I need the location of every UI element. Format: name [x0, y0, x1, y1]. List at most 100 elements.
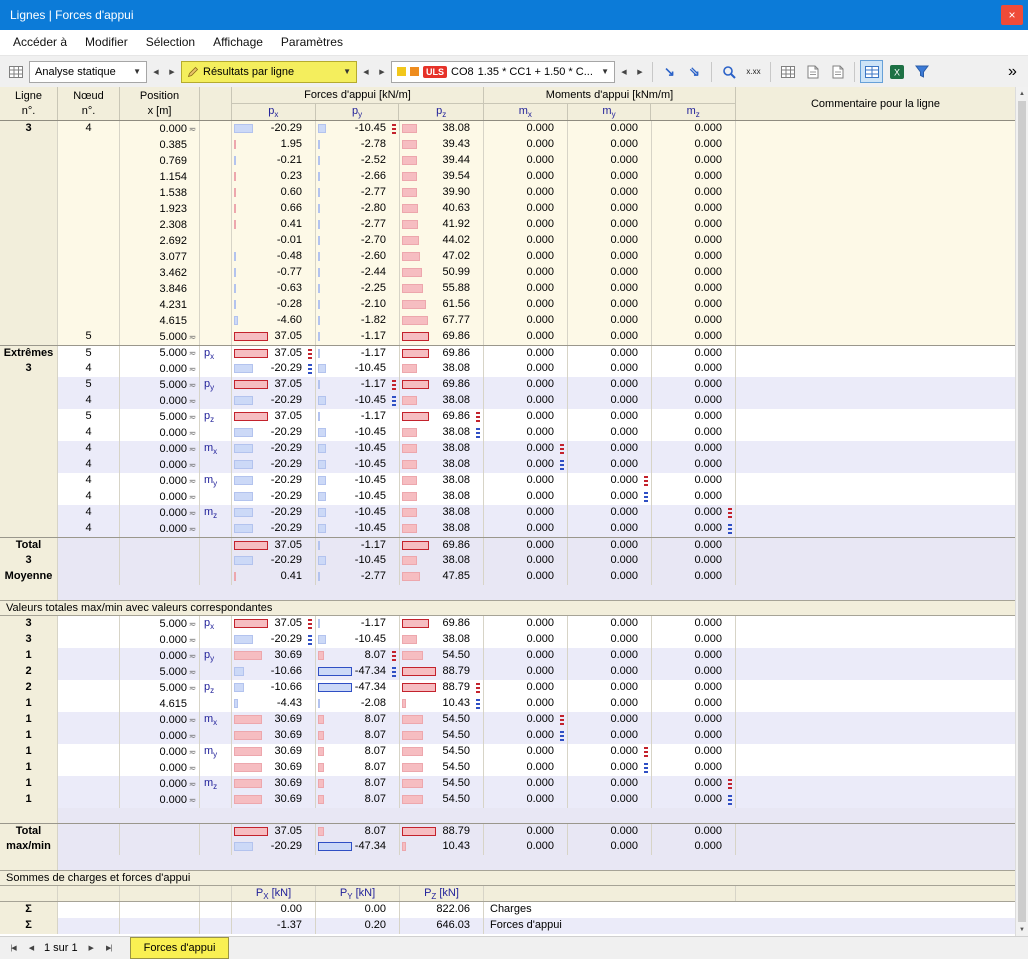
results-next-button[interactable]: ▶ [375, 61, 389, 83]
noeud-cell[interactable]: 4 [58, 473, 120, 489]
position-cell[interactable]: 0.000 ≂ [120, 744, 200, 760]
ligne-cell[interactable] [0, 409, 58, 425]
comment-cell[interactable] [736, 664, 1015, 680]
cell-pz[interactable]: 39.44 [400, 153, 484, 169]
cell-mz[interactable]: 0.000 [652, 153, 736, 169]
ligne-cell[interactable]: Total [0, 538, 58, 553]
cell-mx[interactable]: 0.000 [484, 409, 568, 425]
table-row[interactable]: 3 -20.29 -10.45 38.08 0.000 0.000 0.000 [0, 553, 1015, 569]
table-row[interactable]: 4 0.000 ≂ my -20.29 -10.45 38.08 0.000 0.000 0.00… [0, 473, 1015, 489]
decimal-places-button[interactable]: x.xx [742, 60, 765, 83]
cell-my[interactable]: 0.000 [568, 185, 652, 201]
cell-mz[interactable]: 0.000 [652, 457, 736, 473]
cell-px[interactable]: -0.21 [232, 153, 316, 169]
cell-mx[interactable]: 0.000 [484, 233, 568, 249]
cell-py[interactable]: -2.77 [316, 569, 400, 585]
table-row[interactable]: 2 5.000 ≂ -10.66 -47.34 88.79 0.000 0.000 0.000 [0, 664, 1015, 680]
filter-button[interactable] [910, 60, 933, 83]
table-row[interactable]: 3 5.000 ≂ px 37.05 -1.17 69.86 0.000 0.000 0.000 [0, 616, 1015, 632]
ligne-cell[interactable]: Extrêmes [0, 346, 58, 361]
cell-py[interactable]: -10.45 [316, 393, 400, 409]
comment-cell[interactable] [736, 425, 1015, 441]
cell-my[interactable]: 0.000 [568, 569, 652, 585]
cell-mz[interactable]: 0.000 [652, 441, 736, 457]
cell-my[interactable]: 0.000 [568, 776, 652, 792]
table-row[interactable]: 1.538 0.60 -2.77 39.90 0.000 0.000 0.000 [0, 185, 1015, 201]
cell-py[interactable]: 0.20 [316, 918, 400, 934]
comment-cell[interactable] [736, 489, 1015, 505]
table-row[interactable]: Σ 0.00 0.00 822.06 Charges [0, 902, 1015, 918]
cell-px[interactable]: -10.66 [232, 664, 316, 680]
ligne-cell[interactable] [0, 377, 58, 393]
cell-px[interactable]: 0.60 [232, 185, 316, 201]
cell-mz[interactable]: 0.000 [652, 712, 736, 728]
ligne-cell[interactable]: 1 [0, 728, 58, 744]
cell-pz[interactable]: 38.08 [400, 361, 484, 377]
cell-py[interactable]: -2.60 [316, 249, 400, 265]
cell-mz[interactable]: 0.000 [652, 664, 736, 680]
noeud-cell[interactable]: 5 [58, 377, 120, 393]
cell-mx[interactable]: 0.000 [484, 265, 568, 281]
position-cell[interactable]: 0.000 ≂ [120, 393, 200, 409]
ligne-cell[interactable] [0, 441, 58, 457]
position-cell[interactable]: 2.308 [120, 217, 200, 233]
cell-my[interactable]: 0.000 [568, 153, 652, 169]
comment-cell[interactable] [736, 538, 1015, 553]
comment-cell[interactable] [736, 297, 1015, 313]
comment-cell[interactable] [736, 680, 1015, 696]
cell-mx[interactable]: 0.000 [484, 712, 568, 728]
cell-py[interactable]: -2.25 [316, 281, 400, 297]
cell-pz[interactable]: 10.43 [400, 839, 484, 855]
cell-my[interactable]: 0.000 [568, 680, 652, 696]
cell-mz[interactable]: 0.000 [652, 233, 736, 249]
cell-my[interactable]: 0.000 [568, 169, 652, 185]
cell-mx[interactable]: 0.000 [484, 313, 568, 329]
cell-px[interactable]: -20.29 [232, 441, 316, 457]
cell-py[interactable]: -10.45 [316, 361, 400, 377]
cell-py[interactable]: -1.17 [316, 409, 400, 425]
cell-py[interactable]: -1.17 [316, 616, 400, 632]
noeud-cell[interactable] [58, 839, 120, 855]
noeud-cell[interactable] [58, 538, 120, 553]
ligne-cell[interactable]: 1 [0, 792, 58, 808]
cell-mz[interactable]: 0.000 [652, 121, 736, 137]
position-cell[interactable]: 5.000 ≂ [120, 664, 200, 680]
position-cell[interactable] [120, 553, 200, 569]
cell-py[interactable]: -10.45 [316, 553, 400, 569]
ligne-cell[interactable]: 2 [0, 680, 58, 696]
comment-cell[interactable] [736, 648, 1015, 664]
position-cell[interactable]: 0.000 ≂ [120, 792, 200, 808]
analysis-type-select[interactable]: Analyse statique ▼ [29, 60, 147, 83]
comment-cell[interactable] [736, 201, 1015, 217]
position-cell[interactable] [120, 902, 200, 918]
cell-mz[interactable]: 0.000 [652, 696, 736, 712]
noeud-cell[interactable] [58, 728, 120, 744]
cell-py[interactable]: -10.45 [316, 121, 400, 137]
comment-cell[interactable] [736, 233, 1015, 249]
table-row[interactable]: 1 0.000 ≂ my 30.69 8.07 54.50 0.000 0.000 0.000 [0, 744, 1015, 760]
position-cell[interactable]: 0.000 ≂ [120, 632, 200, 648]
table-row[interactable]: 4 0.000 ≂ -20.29 -10.45 38.08 0.000 0.000 0.000 [0, 521, 1015, 537]
cell-mz[interactable]: 0.000 [652, 169, 736, 185]
ligne-cell[interactable]: max/min [0, 839, 58, 855]
ligne-cell[interactable] [0, 169, 58, 185]
table-row[interactable]: 5 5.000 ≂ pz 37.05 -1.17 69.86 0.000 0.000 0.000 [0, 409, 1015, 425]
comment-cell[interactable] [736, 265, 1015, 281]
comment-cell[interactable] [736, 361, 1015, 377]
cell-px[interactable]: 37.05 [232, 329, 316, 345]
cell-mx[interactable]: 0.000 [484, 137, 568, 153]
cell-pz[interactable]: 69.86 [400, 409, 484, 425]
cell-mx[interactable]: 0.000 [484, 489, 568, 505]
cell-px[interactable]: 0.66 [232, 201, 316, 217]
noeud-cell[interactable]: 4 [58, 489, 120, 505]
cell-mx[interactable]: 0.000 [484, 824, 568, 839]
position-cell[interactable] [120, 824, 200, 839]
table-row[interactable]: Σ -1.37 0.20 646.03 Forces d'appui [0, 918, 1015, 934]
cell-py[interactable]: 8.07 [316, 744, 400, 760]
ligne-cell[interactable] [0, 489, 58, 505]
cell-pz[interactable]: 38.08 [400, 393, 484, 409]
cell-mx[interactable]: 0.000 [484, 776, 568, 792]
cell-my[interactable]: 0.000 [568, 297, 652, 313]
position-cell[interactable]: 5.000 ≂ [120, 680, 200, 696]
comment-cell[interactable] [736, 153, 1015, 169]
